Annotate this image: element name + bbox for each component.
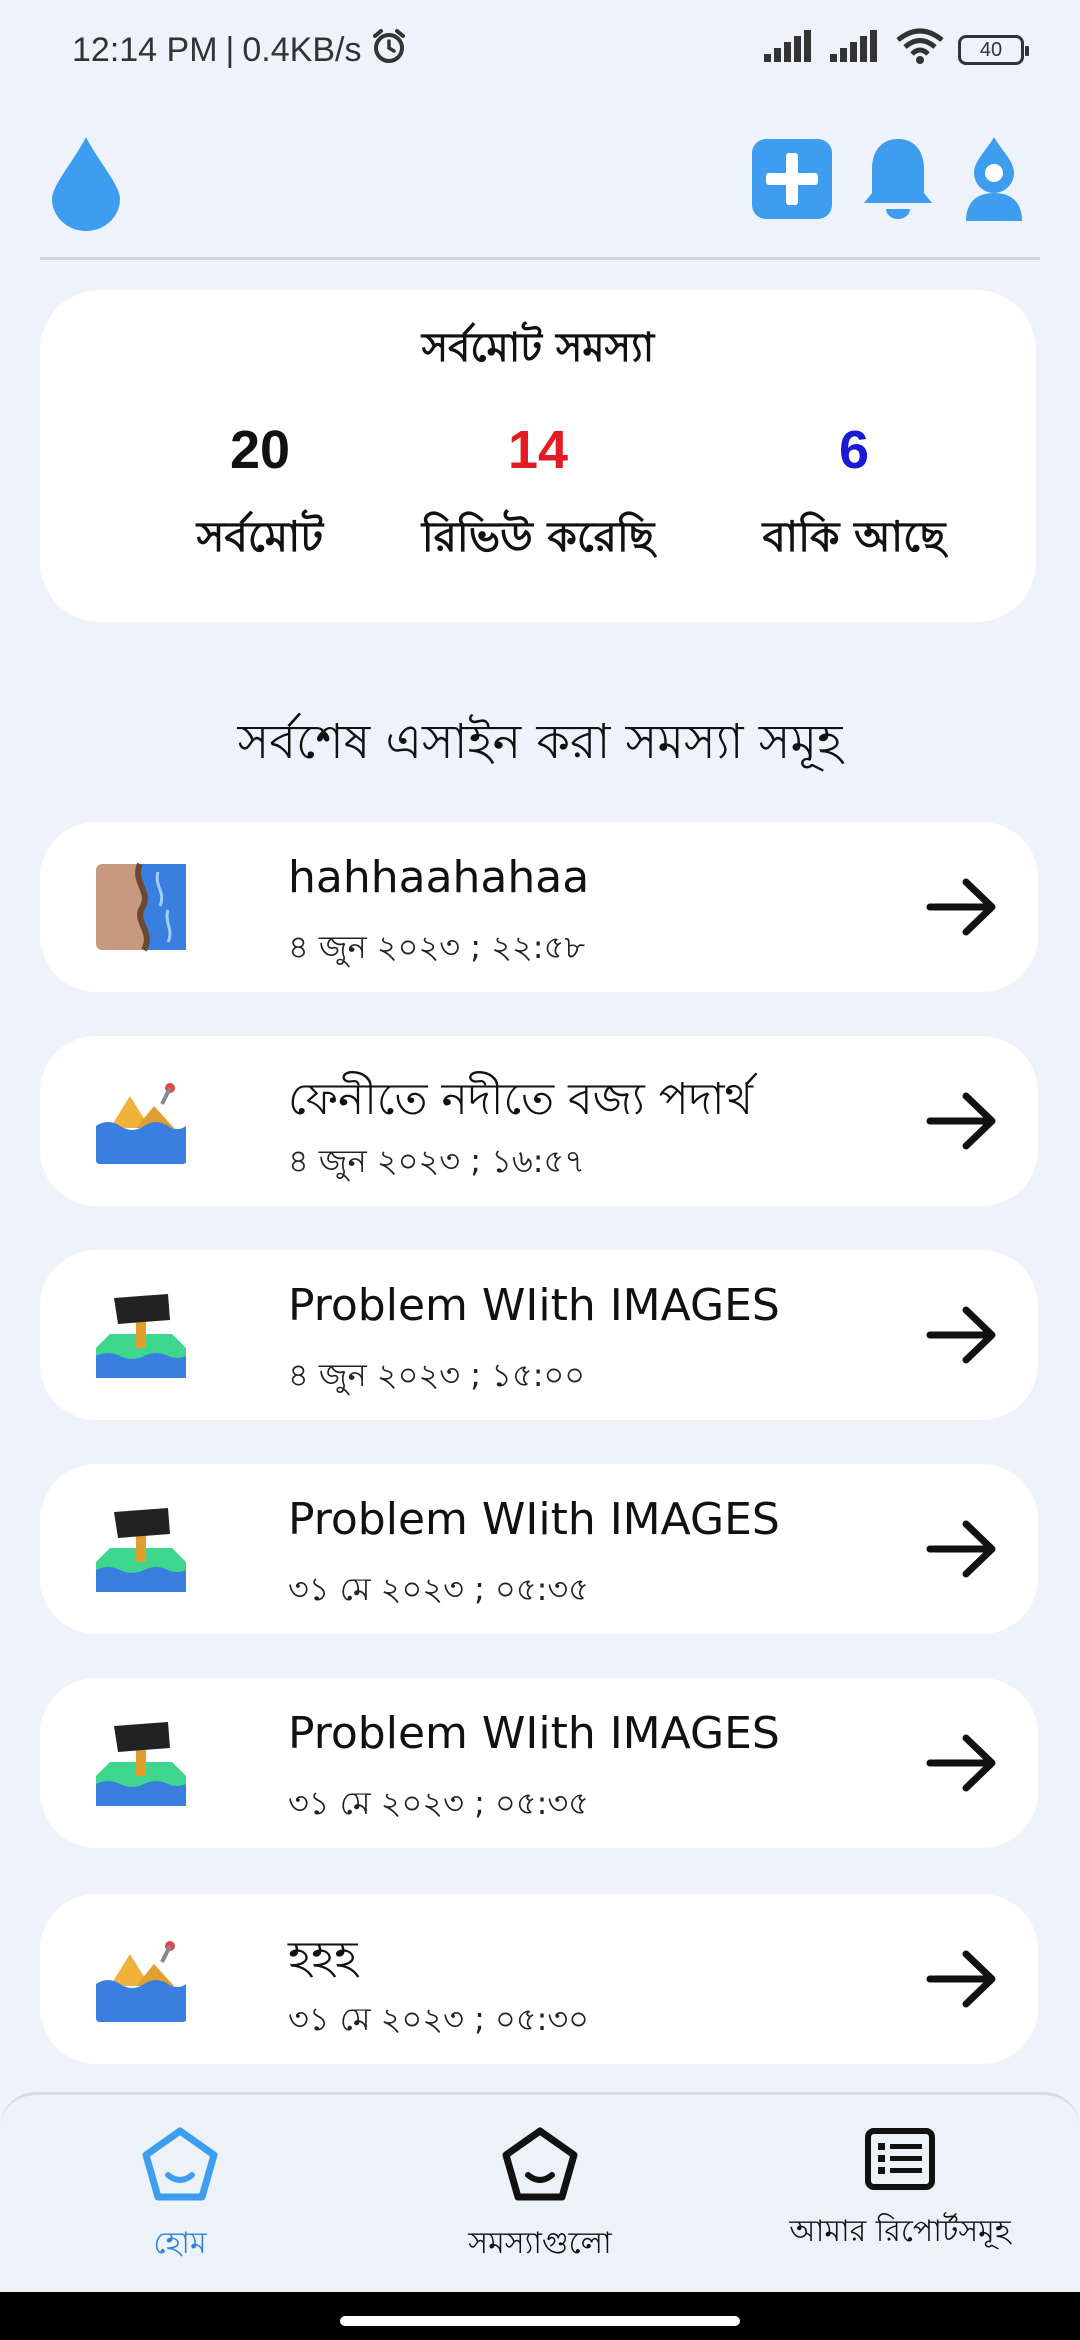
- problem-item[interactable]: Problem WIith IMAGES ৩১ মে ২০২৩ ; ০৫:৩৫: [40, 1464, 1038, 1634]
- stat-remaining: 6 বাকি আছে: [694, 420, 1014, 575]
- arrow-right-icon[interactable]: [926, 1514, 998, 1584]
- app-actions: [752, 135, 1024, 227]
- nav-home-label: হোম: [153, 2226, 207, 2261]
- section-title: সর্বশেষ এসাইন করা সমস্যা সমূহ: [237, 714, 843, 770]
- stat-reviewed-label: রিভিউ করেছি: [421, 512, 655, 561]
- nav-my-reports[interactable]: আমার রিপোর্টসমূহ: [735, 2127, 1065, 2258]
- problem-date: ৩১ মে ২০২৩ ; ০৫:৩৫: [288, 1570, 589, 1608]
- problem-date: ৪ জুন ২০২৩ ; ১৬:৫৭: [288, 1142, 586, 1180]
- stat-reviewed-value: 14: [507, 420, 569, 480]
- nav-problems-label: সমস্যাগুলো: [468, 2226, 612, 2261]
- problem-item[interactable]: Problem WIith IMAGES ৩১ মে ২০২৩ ; ০৫:৩৫: [40, 1678, 1038, 1848]
- status-left: 12:14 PM | 0.4KB/s: [72, 26, 409, 75]
- arrow-right-icon[interactable]: [926, 872, 998, 942]
- problem-item[interactable]: ফেনীতে নদীতে বজ্য পদার্থ ৪ জুন ২০২৩ ; ১৬…: [40, 1036, 1038, 1206]
- problem-date: ৪ জুন ২০২৩ ; ১৫:০০: [288, 1356, 586, 1394]
- bell-icon[interactable]: [862, 135, 934, 227]
- problem-item[interactable]: Problem WIith IMAGES ৪ জুন ২০২৩ ; ১৫:০০: [40, 1250, 1038, 1420]
- problem-title: হহহ: [288, 1932, 358, 1983]
- river-bank-icon: [96, 862, 186, 952]
- bottom-nav: হোম সমস্যাগুলো আমার রিপোর্টসমূহ: [0, 2092, 1080, 2292]
- problem-title: hahhaahahaa: [288, 852, 590, 903]
- alarm-icon: [369, 26, 409, 75]
- summary-title: সর্বমোট সমস্যা: [421, 325, 655, 371]
- app-bar: [40, 120, 1040, 260]
- problem-title: Problem WIith IMAGES: [288, 1708, 780, 1759]
- stat-reviewed: 14 রিভিউ করেছি: [378, 420, 698, 575]
- arrow-right-icon[interactable]: [926, 1086, 998, 1156]
- sign-board-icon: [96, 1504, 186, 1594]
- waste-in-water-icon: [96, 1076, 186, 1166]
- nav-my-reports-label: আমার রিপোর্টসমূহ: [789, 2214, 1011, 2249]
- problem-title: Problem WIith IMAGES: [288, 1280, 780, 1331]
- problem-title: Problem WIith IMAGES: [288, 1494, 780, 1545]
- status-separator: |: [225, 30, 235, 69]
- nav-problems[interactable]: সমস্যাগুলো: [375, 2127, 705, 2270]
- status-time: 12:14 PM: [72, 30, 218, 69]
- status-bar: 12:14 PM | 0.4KB/s 40: [0, 0, 1080, 100]
- problem-date: ৩১ মে ২০২৩ ; ০৫:৩৫: [288, 1784, 589, 1822]
- problem-title: ফেনীতে নদীতে বজ্য পদার্থ: [288, 1074, 754, 1125]
- problem-date: ৩১ মে ২০২৩ ; ০৫:৩০: [288, 2000, 589, 2038]
- battery-icon: 40: [958, 35, 1029, 65]
- sign-board-icon: [96, 1290, 186, 1380]
- sign-board-icon: [96, 1718, 186, 1808]
- summary-card: সর্বমোট সমস্যা 20 সর্বমোট 14 রিভিউ করেছি…: [40, 290, 1036, 622]
- profile-icon[interactable]: [964, 135, 1024, 227]
- water-drop-icon: [50, 135, 122, 235]
- stat-total-label: সর্বমোট: [196, 512, 324, 561]
- report-list-icon: [864, 2127, 936, 2195]
- status-speed: 0.4KB/s: [242, 30, 362, 69]
- arrow-right-icon[interactable]: [926, 1944, 998, 2014]
- stat-total: 20 সর্বমোট: [100, 420, 420, 575]
- home-indicator[interactable]: [340, 2316, 740, 2326]
- home-face-icon: [142, 2127, 218, 2207]
- problem-item[interactable]: হহহ ৩১ মে ২০২৩ ; ০৫:৩০: [40, 1894, 1038, 2064]
- stat-total-value: 20: [229, 420, 291, 480]
- gesture-bar: [0, 2292, 1080, 2340]
- status-right: 40: [764, 28, 1029, 73]
- waste-in-water-icon: [96, 1934, 186, 2024]
- arrow-right-icon[interactable]: [926, 1300, 998, 1370]
- add-icon[interactable]: [752, 138, 832, 223]
- problem-item[interactable]: hahhaahahaa ৪ জুন ২০২৩ ; ২২:৫৮: [40, 822, 1038, 992]
- problems-face-icon: [502, 2127, 578, 2207]
- stat-remaining-label: বাকি আছে: [762, 512, 946, 561]
- arrow-right-icon[interactable]: [926, 1728, 998, 1798]
- battery-level: 40: [979, 38, 1003, 61]
- stat-remaining-value: 6: [838, 420, 870, 480]
- problem-date: ৪ জুন ২০২৩ ; ২২:৫৮: [288, 928, 586, 966]
- signal-icon: [764, 29, 816, 71]
- wifi-icon: [896, 28, 944, 73]
- signal-icon: [830, 29, 882, 71]
- nav-home[interactable]: হোম: [15, 2127, 345, 2270]
